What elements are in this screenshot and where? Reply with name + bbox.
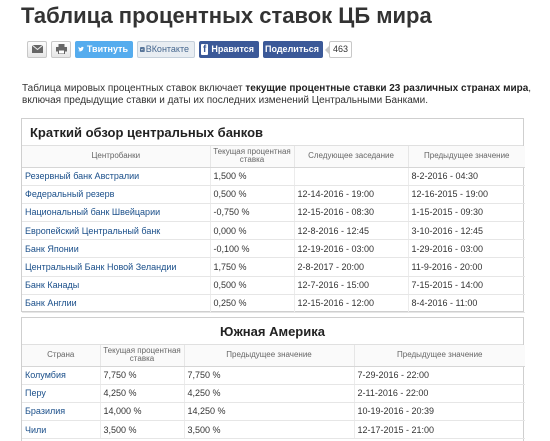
facebook-like-label: Нравится [211, 44, 254, 54]
table-row: Банк Канады 0,500 % 12-7-2016 - 15:00 7-15-… [22, 276, 525, 295]
vk-icon [140, 46, 145, 52]
table-header-row: Страна Текущая процентная ставка Предыду… [22, 345, 525, 367]
country-name-link[interactable]: Бразилия [22, 402, 101, 422]
central-banks-table: Центробанки Текущая процентная ставка Сл… [22, 146, 525, 314]
previous-value-cell: 8-4-2016 - 11:00 [408, 294, 525, 314]
facebook-like-button[interactable]: f Нравится [199, 40, 259, 58]
country-name-link[interactable]: Перу [22, 384, 101, 403]
current-rate-cell: 3,500 % [100, 420, 185, 440]
print-button[interactable] [51, 40, 71, 58]
next-meeting-cell [294, 167, 409, 186]
current-rate-cell: -0,750 % [210, 203, 295, 223]
previous-rate-cell: 14,250 % [184, 402, 355, 422]
table-row: Федеральный резерв 0,500 % 12-14-2016 - 19… [22, 185, 525, 204]
column-header-current-rate: Текущая процентная ставка [100, 345, 185, 367]
previous-value-cell: 1-15-2015 - 09:30 [408, 203, 525, 223]
table-row: Европейский Центральный банк 0,000 % 12-8-… [22, 221, 525, 241]
column-header-previous-value-date: Предыдущее значение [354, 345, 525, 367]
central-banks-heading: Краткий обзор центральных банков [22, 119, 523, 146]
bank-name-link[interactable]: Национальный банк Швейцарии [22, 203, 211, 223]
previous-date-cell: 12-17-2015 - 21:00 [354, 420, 525, 440]
next-meeting-cell: 12-8-2016 - 12:45 [294, 221, 409, 241]
current-rate-cell: 1,500 % [210, 167, 295, 186]
previous-value-cell: 12-16-2015 - 19:00 [408, 185, 525, 204]
current-rate-cell: -0,100 % [210, 239, 295, 259]
bank-name-link[interactable]: Банк Японии [22, 239, 211, 259]
previous-value-cell: 7-15-2015 - 14:00 [408, 276, 525, 295]
column-header-next-meeting: Следующее заседание [294, 146, 409, 168]
share-count-badge: 463 [324, 40, 353, 58]
previous-value-cell: 1-29-2016 - 03:00 [408, 239, 525, 259]
table-row: Перу 4,250 % 4,250 % 2-11-2016 - 22:00 [22, 384, 525, 403]
facebook-share-label: Поделиться [265, 44, 320, 54]
bank-name-link[interactable]: Европейский Центральный банк [22, 221, 211, 241]
previous-date-cell: 10-19-2016 - 20:39 [354, 402, 525, 422]
intro-paragraph: Таблица мировых процентных ставок включа… [22, 83, 532, 107]
mail-icon [31, 45, 43, 53]
twitter-share-label: Твитнуть [86, 44, 128, 54]
column-header-bank: Центробанки [22, 146, 211, 168]
current-rate-cell: 4,250 % [100, 384, 185, 403]
south-america-heading: Южная Америка [22, 318, 523, 345]
table-row: Банк Японии -0,100 % 12-19-2016 - 03:00 1-2… [22, 239, 525, 259]
south-america-panel: Южная Америка Страна Текущая процентная … [21, 317, 525, 441]
previous-rate-cell: 7,750 % [184, 366, 355, 385]
next-meeting-cell: 2-8-2017 - 20:00 [294, 257, 409, 277]
share-count-value: 463 [333, 44, 349, 54]
column-header-previous-value: Предыдущее значение [184, 345, 355, 367]
current-rate-cell: 0,500 % [210, 185, 295, 204]
table-row: Национальный банк Швейцарии -0,750 % 12-15… [22, 203, 525, 223]
column-header-country: Страна [22, 345, 101, 367]
previous-rate-cell: 3,500 % [184, 420, 355, 440]
facebook-share-button[interactable]: Поделиться [263, 40, 323, 58]
vk-share-button[interactable]: ВКонтакте [137, 40, 195, 58]
next-meeting-cell: 12-19-2016 - 03:00 [294, 239, 409, 259]
table-row: Бразилия 14,000 % 14,250 % 10-19-2016 - 20:… [22, 402, 525, 422]
facebook-icon: f [201, 43, 209, 55]
previous-rate-cell: 4,250 % [184, 384, 355, 403]
current-rate-cell: 0,500 % [210, 276, 295, 295]
central-banks-panel: Краткий обзор центральных банков Центроб… [21, 118, 525, 314]
previous-date-cell: 2-11-2016 - 22:00 [354, 384, 525, 403]
current-rate-cell: 0,000 % [210, 221, 295, 241]
page-title: Таблица процентных ставок ЦБ мира [21, 3, 432, 28]
column-header-previous-value: Предыдущее значение [408, 146, 525, 168]
bank-name-link[interactable]: Банк Англии [22, 294, 211, 314]
country-name-link[interactable]: Колумбия [22, 366, 101, 385]
table-header-row: Центробанки Текущая процентная ставка Сл… [22, 146, 525, 168]
bank-name-link[interactable]: Федеральный резерв [22, 185, 211, 204]
table-row: Центральный Банк Новой Зеландии 1,750 % 2-… [22, 257, 525, 277]
vk-share-label: ВКонтакте [145, 44, 189, 54]
next-meeting-cell: 12-14-2016 - 19:00 [294, 185, 409, 204]
table-row: Колумбия 7,750 % 7,750 % 7-29-2016 - 22:00 [22, 366, 525, 385]
twitter-bird-icon [78, 46, 84, 52]
next-meeting-cell: 12-7-2016 - 15:00 [294, 276, 409, 295]
bank-name-link[interactable]: Банк Канады [22, 276, 211, 295]
next-meeting-cell: 12-15-2016 - 12:00 [294, 294, 409, 314]
previous-value-cell: 3-10-2016 - 12:45 [408, 221, 525, 241]
table-row: Чили 3,500 % 3,500 % 12-17-2015 - 21:00 [22, 420, 525, 440]
bank-name-link[interactable]: Центральный Банк Новой Зеландии [22, 257, 211, 277]
south-america-table: Страна Текущая процентная ставка Предыду… [22, 345, 525, 440]
country-name-link[interactable]: Чили [22, 420, 101, 440]
bank-name-link[interactable]: Резервный банк Австралии [22, 167, 211, 186]
intro-text-bold: текущие процентные ставки 23 различных с… [245, 83, 529, 94]
current-rate-cell: 0,250 % [210, 294, 295, 314]
table-row: Банк Англии 0,250 % 12-15-2016 - 12:00 8-4-… [22, 294, 525, 314]
twitter-share-button[interactable]: Твитнуть [75, 40, 133, 58]
email-share-button[interactable] [27, 40, 47, 58]
intro-text-start: Таблица мировых процентных ставок включа… [22, 83, 246, 94]
next-meeting-cell: 12-15-2016 - 08:30 [294, 203, 409, 223]
column-header-current-rate: Текущая процентная ставка [210, 146, 295, 168]
current-rate-cell: 7,750 % [100, 366, 185, 385]
table-row: Резервный банк Австралии 1,500 % 8-2-2016 … [22, 167, 525, 186]
current-rate-cell: 14,000 % [100, 402, 185, 422]
print-icon [55, 44, 67, 54]
share-bar: Твитнуть ВКонтакте f Нравится Поделиться… [27, 40, 353, 58]
current-rate-cell: 1,750 % [210, 257, 295, 277]
previous-value-cell: 11-9-2016 - 20:00 [408, 257, 525, 277]
previous-value-cell: 8-2-2016 - 04:30 [408, 167, 525, 186]
previous-date-cell: 7-29-2016 - 22:00 [354, 366, 525, 385]
